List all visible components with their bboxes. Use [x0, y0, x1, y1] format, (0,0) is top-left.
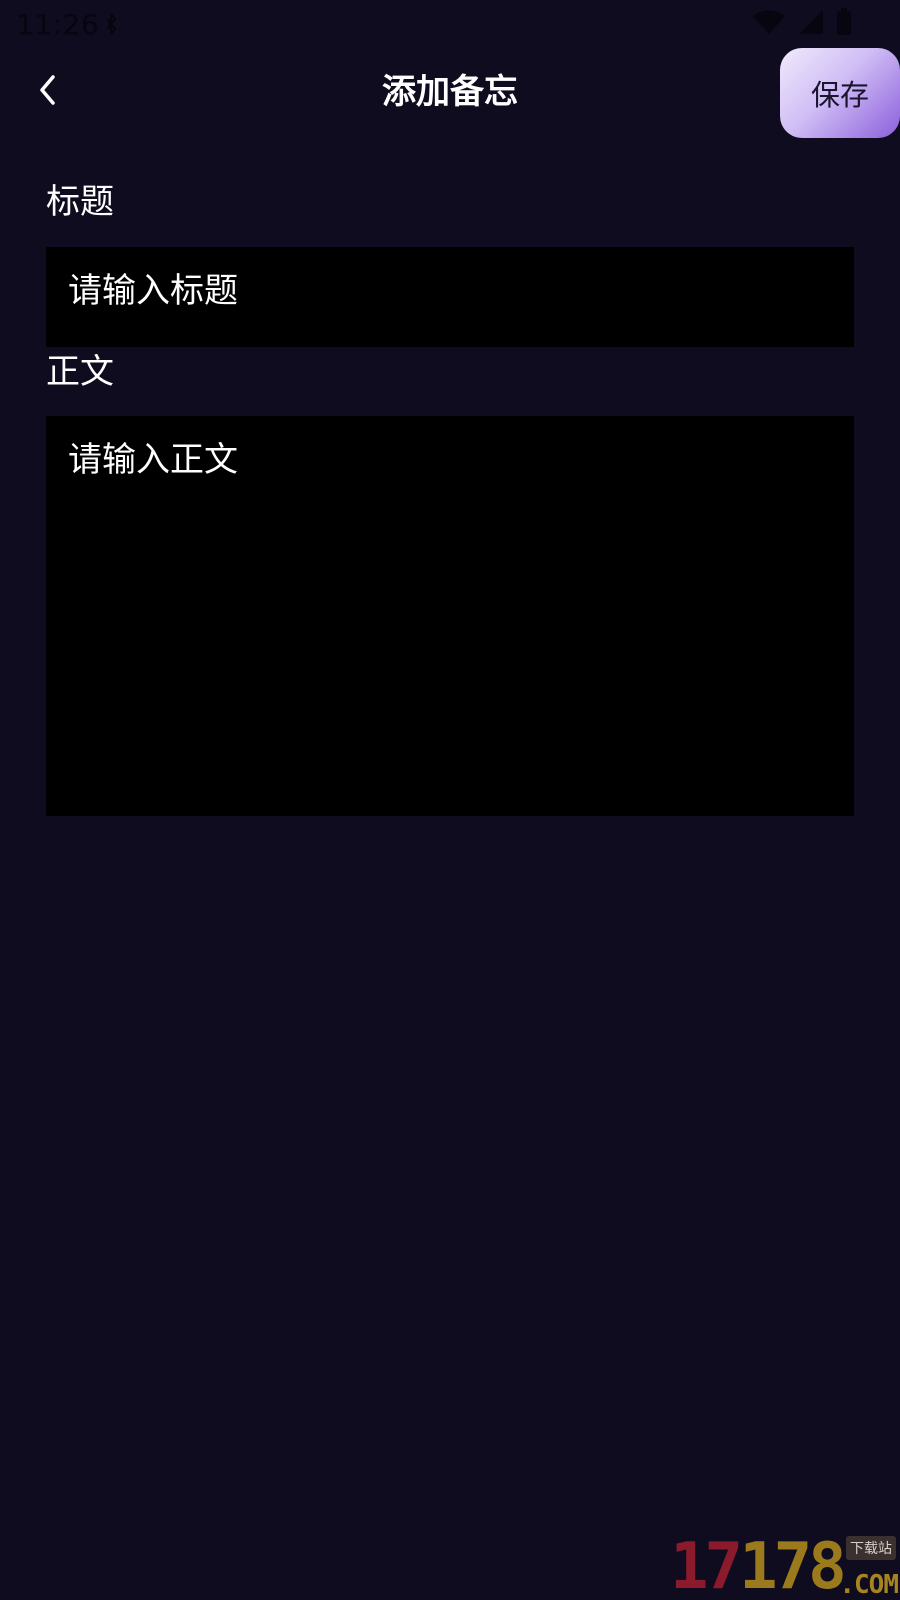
- save-button[interactable]: 保存: [780, 48, 900, 138]
- wifi-icon: [752, 9, 786, 35]
- battery-icon: [836, 8, 852, 36]
- body-label: 正文: [46, 352, 114, 392]
- title-label: 标题: [46, 182, 114, 222]
- status-bar: 11:26: [0, 0, 900, 48]
- status-time: 11:26: [16, 8, 100, 41]
- watermark-logo: 17178 下载站 .COM: [670, 1534, 900, 1600]
- page-title: 添加备忘: [382, 72, 518, 112]
- body-input[interactable]: 请输入正文: [46, 416, 854, 816]
- watermark-tag: 下载站: [846, 1536, 896, 1560]
- title-input[interactable]: 请输入标题: [46, 247, 854, 347]
- header: 添加备忘 保存: [0, 46, 900, 138]
- watermark-digits-red: 17: [670, 1530, 743, 1600]
- watermark-digits-gold: 178: [739, 1530, 847, 1600]
- notification-icon: [104, 12, 118, 36]
- signal-icon: [798, 9, 824, 35]
- watermark-domain: .COM: [839, 1570, 899, 1600]
- add-memo-screen: 11:26 添加备忘 保存 标题 请输入标题 正文 请输入正文 17178 下载…: [0, 0, 900, 1600]
